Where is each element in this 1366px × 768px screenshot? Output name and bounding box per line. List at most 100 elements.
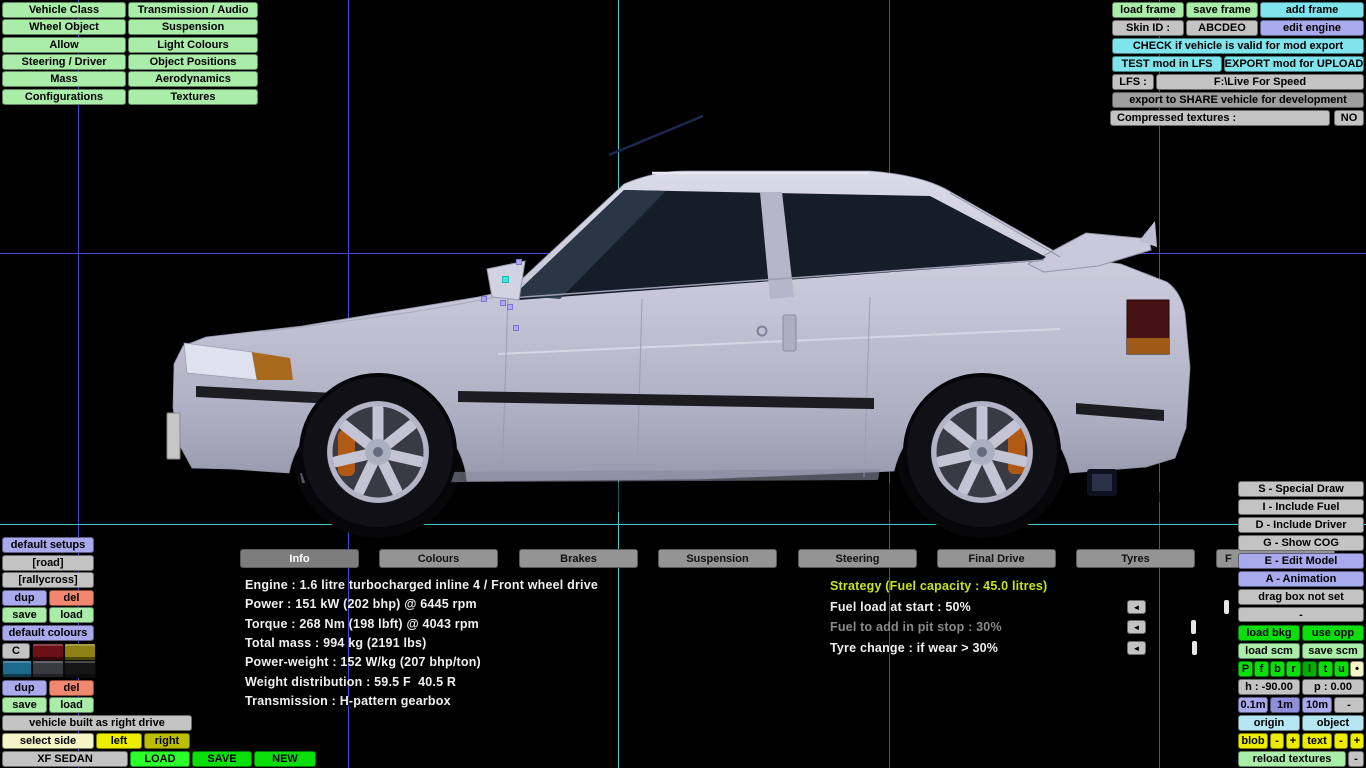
colour-swatch-gray[interactable] [32, 660, 64, 678]
side-left-button[interactable]: left [96, 733, 142, 749]
use-opp-button[interactable]: use opp [1302, 625, 1364, 641]
menu-textures[interactable]: Textures [128, 89, 258, 105]
fuel-pit-slider-handle[interactable] [1191, 620, 1196, 634]
vertex-marker[interactable] [500, 300, 506, 306]
tab-steering[interactable]: Steering [798, 549, 917, 568]
menu-suspension[interactable]: Suspension [128, 19, 258, 35]
blob-plus-button[interactable]: + [1286, 733, 1300, 749]
text-button[interactable]: text [1302, 733, 1332, 749]
menu-transmission-audio[interactable]: Transmission / Audio [128, 2, 258, 18]
panel-dash-button[interactable]: - [1238, 607, 1364, 622]
fuel-start-decrease-button[interactable]: ◄ [1127, 600, 1146, 614]
vertex-marker[interactable] [481, 296, 487, 302]
compressed-textures-toggle[interactable]: NO [1334, 110, 1364, 126]
view-top-button[interactable]: t [1318, 661, 1333, 677]
tyre-change-decrease-button[interactable]: ◄ [1127, 641, 1146, 655]
tab-info[interactable]: Info [240, 549, 359, 568]
vehicle-new-button[interactable]: NEW [254, 751, 316, 767]
origin-button[interactable]: origin [1238, 715, 1300, 731]
colour-swatch-olive[interactable] [64, 643, 96, 661]
view-front-button[interactable]: f [1254, 661, 1269, 677]
setup-save-button[interactable]: save [2, 607, 47, 623]
menu-allow[interactable]: Allow [2, 37, 126, 53]
add-frame-button[interactable]: add frame [1260, 2, 1364, 18]
load-bkg-button[interactable]: load bkg [1238, 625, 1300, 641]
colour-save-button[interactable]: save [2, 697, 47, 713]
pitch-value[interactable]: p : 0.00 [1302, 679, 1364, 695]
vehicle-name[interactable]: XF SEDAN [2, 751, 128, 767]
menu-vehicle-class[interactable]: Vehicle Class [2, 2, 126, 18]
blob-button[interactable]: blob [1238, 733, 1268, 749]
vertex-marker[interactable] [513, 325, 519, 331]
drag-box-status[interactable]: drag box not set [1238, 589, 1364, 605]
test-mod-button[interactable]: TEST mod in LFS [1112, 56, 1222, 72]
tab-tyres[interactable]: Tyres [1076, 549, 1195, 568]
load-scm-button[interactable]: load scm [1238, 643, 1300, 659]
view-p-button[interactable]: P [1238, 661, 1253, 677]
menu-aerodynamics[interactable]: Aerodynamics [128, 71, 258, 87]
blob-minus-button[interactable]: - [1270, 733, 1284, 749]
setup-load-button[interactable]: load [49, 607, 94, 623]
vertex-marker[interactable] [516, 259, 522, 265]
export-upload-button[interactable]: EXPORT mod for UPLOAD [1224, 56, 1364, 72]
text-minus-button[interactable]: - [1334, 733, 1348, 749]
tab-suspension[interactable]: Suspension [658, 549, 777, 568]
export-share-button[interactable]: export to SHARE vehicle for development [1112, 92, 1364, 108]
special-draw-button[interactable]: S - Special Draw [1238, 481, 1364, 497]
check-valid-button[interactable]: CHECK if vehicle is valid for mod export [1112, 38, 1364, 54]
menu-mass[interactable]: Mass [2, 71, 126, 87]
include-driver-button[interactable]: D - Include Driver [1238, 517, 1364, 533]
side-right-button[interactable]: right [144, 733, 190, 749]
scale-01m-button[interactable]: 0.1m [1238, 697, 1268, 713]
colour-del-button[interactable]: del [49, 680, 94, 696]
menu-steering-driver[interactable]: Steering / Driver [2, 54, 126, 70]
vertex-marker-selected[interactable] [502, 276, 509, 283]
view-back-button[interactable]: b [1270, 661, 1285, 677]
colour-load-button[interactable]: load [49, 697, 94, 713]
tab-final-drive[interactable]: Final Drive [937, 549, 1056, 568]
default-setups-button[interactable]: default setups [2, 537, 94, 553]
lfs-path-value[interactable]: F:\Live For Speed [1156, 74, 1364, 90]
view-dot-button[interactable]: • [1350, 661, 1364, 677]
menu-configurations[interactable]: Configurations [2, 89, 126, 105]
save-frame-button[interactable]: save frame [1186, 2, 1258, 18]
fuel-start-slider-handle[interactable] [1224, 600, 1229, 614]
view-right-button[interactable]: r [1286, 661, 1301, 677]
vertex-marker[interactable] [507, 304, 513, 310]
vehicle-save-button[interactable]: SAVE [192, 751, 252, 767]
default-colours-button[interactable]: default colours [2, 625, 94, 641]
reload-textures-button[interactable]: reload textures [1238, 751, 1346, 767]
edit-model-button[interactable]: E - Edit Model [1238, 553, 1364, 569]
setup-dup-button[interactable]: dup [2, 590, 47, 606]
view-under-button[interactable]: u [1334, 661, 1349, 677]
scale-1m-button[interactable]: 1m [1270, 697, 1300, 713]
scale-dash-button[interactable]: - [1334, 697, 1364, 713]
animation-button[interactable]: A - Animation [1238, 571, 1364, 587]
vehicle-load-button[interactable]: LOAD [130, 751, 190, 767]
heading-value[interactable]: h : -90.00 [1238, 679, 1300, 695]
colour-swatch-black[interactable] [64, 660, 96, 678]
built-right-drive-button[interactable]: vehicle built as right drive [2, 715, 192, 731]
fuel-pit-decrease-button[interactable]: ◄ [1127, 620, 1146, 634]
menu-object-positions[interactable]: Object Positions [128, 54, 258, 70]
show-cog-button[interactable]: G - Show COG [1238, 535, 1364, 551]
tyre-change-slider-handle[interactable] [1192, 641, 1197, 655]
setup-road[interactable]: [road] [2, 555, 94, 571]
scale-10m-button[interactable]: 10m [1302, 697, 1332, 713]
colour-c-button[interactable]: C [2, 643, 30, 659]
menu-light-colours[interactable]: Light Colours [128, 37, 258, 53]
tab-brakes[interactable]: Brakes [519, 549, 638, 568]
colour-swatch-red[interactable] [32, 643, 64, 661]
setup-rallycross[interactable]: [rallycross] [2, 572, 94, 588]
skin-id-value[interactable]: ABCDEO [1186, 20, 1258, 36]
tab-colours[interactable]: Colours [379, 549, 498, 568]
reload-dash-button[interactable]: - [1348, 751, 1364, 767]
load-frame-button[interactable]: load frame [1112, 2, 1184, 18]
view-left-button[interactable]: l [1302, 661, 1317, 677]
object-button[interactable]: object [1302, 715, 1364, 731]
edit-engine-button[interactable]: edit engine [1260, 20, 1364, 36]
setup-del-button[interactable]: del [49, 590, 94, 606]
save-scm-button[interactable]: save scm [1302, 643, 1364, 659]
include-fuel-button[interactable]: I - Include Fuel [1238, 499, 1364, 515]
menu-wheel-object[interactable]: Wheel Object [2, 19, 126, 35]
